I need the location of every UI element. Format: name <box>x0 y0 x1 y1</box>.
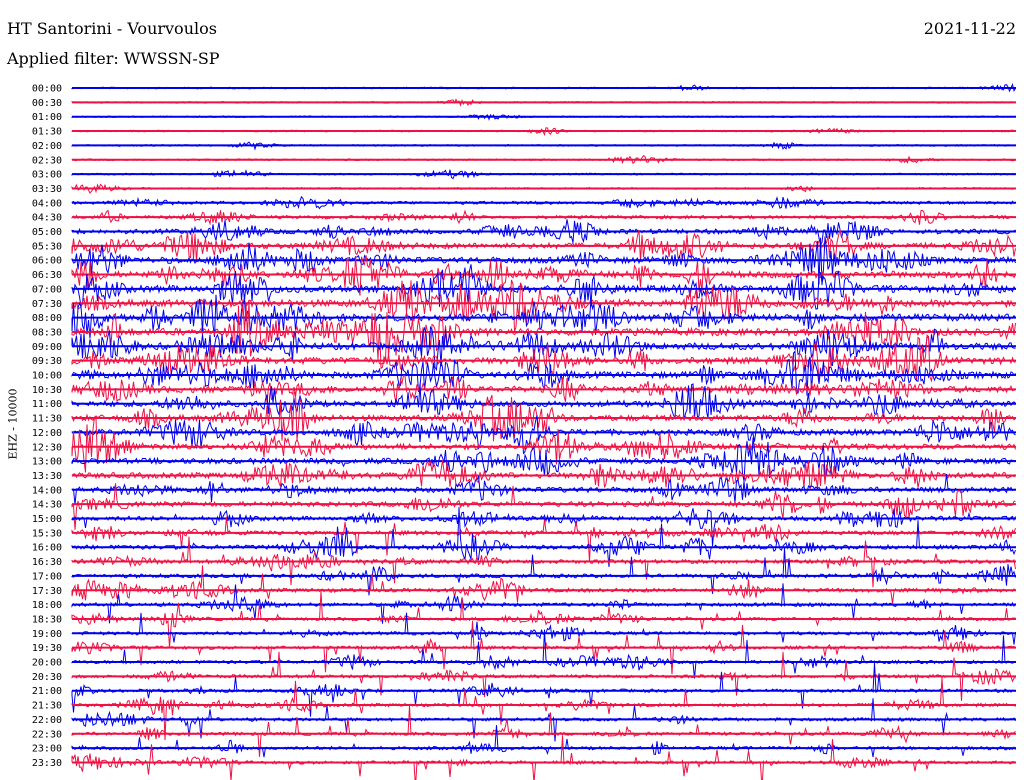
row-label-0100: 01:00 <box>32 112 62 123</box>
seismic-traces <box>71 82 1016 780</box>
row-label-1030: 10:30 <box>32 385 62 396</box>
row-label-1530: 15:30 <box>32 528 62 539</box>
row-label-1130: 11:30 <box>32 414 62 425</box>
row-label-1930: 19:30 <box>32 643 62 654</box>
row-label-1630: 16:30 <box>32 557 62 568</box>
row-label-1700: 17:00 <box>32 571 62 582</box>
row-label-2130: 21:30 <box>32 701 62 712</box>
row-label-1100: 11:00 <box>32 399 62 410</box>
row-label-0430: 04:30 <box>32 213 62 224</box>
trace-1130 <box>71 391 1016 442</box>
row-label-2100: 21:00 <box>32 686 62 697</box>
row-label-1000: 10:00 <box>32 371 62 382</box>
row-label-0530: 05:30 <box>32 241 62 252</box>
row-label-1830: 18:30 <box>32 614 62 625</box>
row-label-1900: 19:00 <box>32 629 62 640</box>
row-label-1200: 12:00 <box>32 428 62 439</box>
time-labels: 00:00 00:30 01:00 01:30 02:00 02:30 03:00 03:30… <box>32 84 62 769</box>
row-label-0900: 09:00 <box>32 342 62 353</box>
row-label-2230: 22:30 <box>32 729 62 740</box>
row-label-2300: 23:00 <box>32 744 62 755</box>
row-label-0130: 01:30 <box>32 127 62 138</box>
row-label-0230: 02:30 <box>32 155 62 166</box>
row-label-1430: 14:30 <box>32 500 62 511</box>
row-label-2030: 20:30 <box>32 672 62 683</box>
seismogram-chart: 00:00 00:30 01:00 01:30 02:00 02:30 03:00 03:30… <box>32 82 1016 780</box>
row-label-2330: 23:30 <box>32 758 62 769</box>
row-label-0030: 00:30 <box>32 98 62 109</box>
row-label-0730: 07:30 <box>32 299 62 310</box>
row-label-1230: 12:30 <box>32 442 62 453</box>
row-label-1730: 17:30 <box>32 586 62 597</box>
row-label-0330: 03:30 <box>32 184 62 195</box>
row-label-2200: 22:00 <box>32 715 62 726</box>
trace-2300 <box>71 725 1016 758</box>
row-label-0500: 05:00 <box>32 227 62 238</box>
trace-2330 <box>71 735 1016 780</box>
row-label-0300: 03:00 <box>32 170 62 181</box>
row-label-0200: 02:00 <box>32 141 62 152</box>
row-label-1300: 13:00 <box>32 457 62 468</box>
row-label-0930: 09:30 <box>32 356 62 367</box>
row-label-0700: 07:00 <box>32 284 62 295</box>
row-label-0400: 04:00 <box>32 198 62 209</box>
row-label-1800: 18:00 <box>32 600 62 611</box>
row-label-0600: 06:00 <box>32 256 62 267</box>
row-label-1500: 15:00 <box>32 514 62 525</box>
row-label-1600: 16:00 <box>32 543 62 554</box>
row-label-0800: 08:00 <box>32 313 62 324</box>
row-label-1400: 14:00 <box>32 485 62 496</box>
row-label-1330: 13:30 <box>32 471 62 482</box>
row-label-0830: 08:30 <box>32 327 62 338</box>
row-label-0630: 06:30 <box>32 270 62 281</box>
row-label-0000: 00:00 <box>32 84 62 95</box>
row-label-2000: 20:00 <box>32 658 62 669</box>
